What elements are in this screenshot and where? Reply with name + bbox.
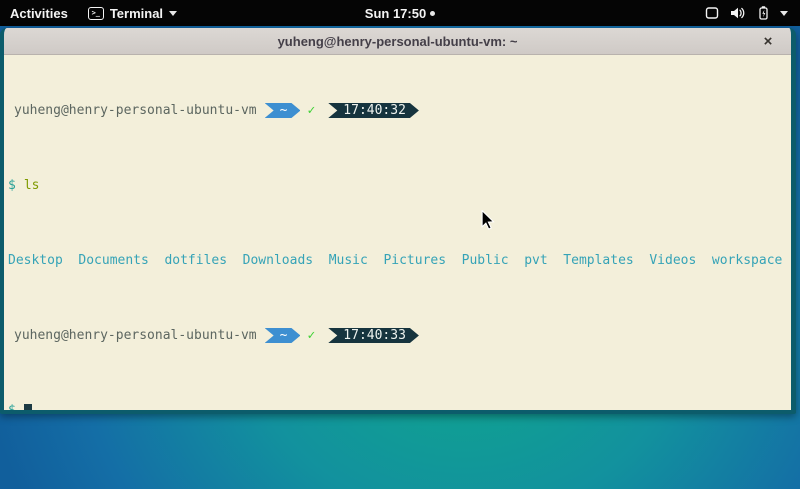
directory-entry: workspace [712, 253, 782, 268]
prompt-symbol: $ [8, 178, 16, 193]
directory-entry: Pictures [383, 253, 446, 268]
directory-entry: dotfiles [164, 253, 227, 268]
directory-entry: Templates [563, 253, 633, 268]
text-cursor [24, 404, 32, 414]
directory-entry: pvt [524, 253, 547, 268]
directory-entry: Videos [649, 253, 696, 268]
titlebar[interactable]: yuheng@henry-personal-ubuntu-vm: ~ × [4, 28, 791, 55]
app-menu-label: Terminal [110, 6, 163, 21]
display-icon [704, 5, 720, 21]
prompt-cwd-segment: ~ [265, 103, 301, 118]
clock-label: Sun 17:50 [365, 6, 426, 21]
focused-app-menu[interactable]: >_ Terminal [78, 0, 187, 26]
prompt-cwd-segment: ~ [265, 328, 301, 343]
volume-icon [729, 5, 746, 21]
input-line[interactable]: $ [6, 403, 791, 414]
prompt-line: yuheng@henry-personal-ubuntu-vm ~ ✓ 17:4… [6, 328, 791, 343]
prompt-line: yuheng@henry-personal-ubuntu-vm ~ ✓ 17:4… [6, 103, 791, 118]
window-title: yuheng@henry-personal-ubuntu-vm: ~ [278, 34, 518, 49]
prompt-time-segment: 17:40:32 [328, 103, 419, 118]
ls-output: Desktop Documents dotfiles Downloads Mus… [6, 253, 791, 268]
typed-command: ls [24, 178, 40, 193]
notification-dot [430, 11, 435, 16]
chevron-down-icon [169, 11, 177, 16]
top-bar: Activities >_ Terminal Sun 17:50 [0, 0, 800, 26]
check-icon: ✓ [307, 328, 315, 343]
close-button[interactable]: × [755, 28, 781, 54]
directory-entry: Desktop [8, 253, 63, 268]
prompt-user-host: yuheng@henry-personal-ubuntu-vm [6, 328, 257, 343]
chevron-down-icon [780, 11, 788, 16]
top-bar-right [692, 0, 800, 26]
directory-entry: Documents [78, 253, 148, 268]
battery-charging-icon [755, 5, 771, 21]
prompt-time-segment: 17:40:33 [328, 328, 419, 343]
prompt-symbol: $ [8, 403, 16, 414]
directory-entry: Music [329, 253, 368, 268]
clock-button[interactable]: Sun 17:50 [355, 0, 445, 26]
terminal-icon: >_ [88, 7, 104, 20]
top-bar-left: Activities >_ Terminal [0, 0, 187, 26]
prompt-user-host: yuheng@henry-personal-ubuntu-vm [6, 103, 257, 118]
system-status-menu[interactable] [692, 0, 800, 26]
terminal-window: yuheng@henry-personal-ubuntu-vm: ~ × yuh… [0, 28, 796, 414]
command-line: $ ls [6, 178, 791, 193]
check-icon: ✓ [307, 103, 315, 118]
directory-entry: Downloads [243, 253, 313, 268]
terminal-content[interactable]: yuheng@henry-personal-ubuntu-vm ~ ✓ 17:4… [4, 55, 791, 414]
activities-button[interactable]: Activities [0, 0, 78, 26]
directory-entry: Public [462, 253, 509, 268]
